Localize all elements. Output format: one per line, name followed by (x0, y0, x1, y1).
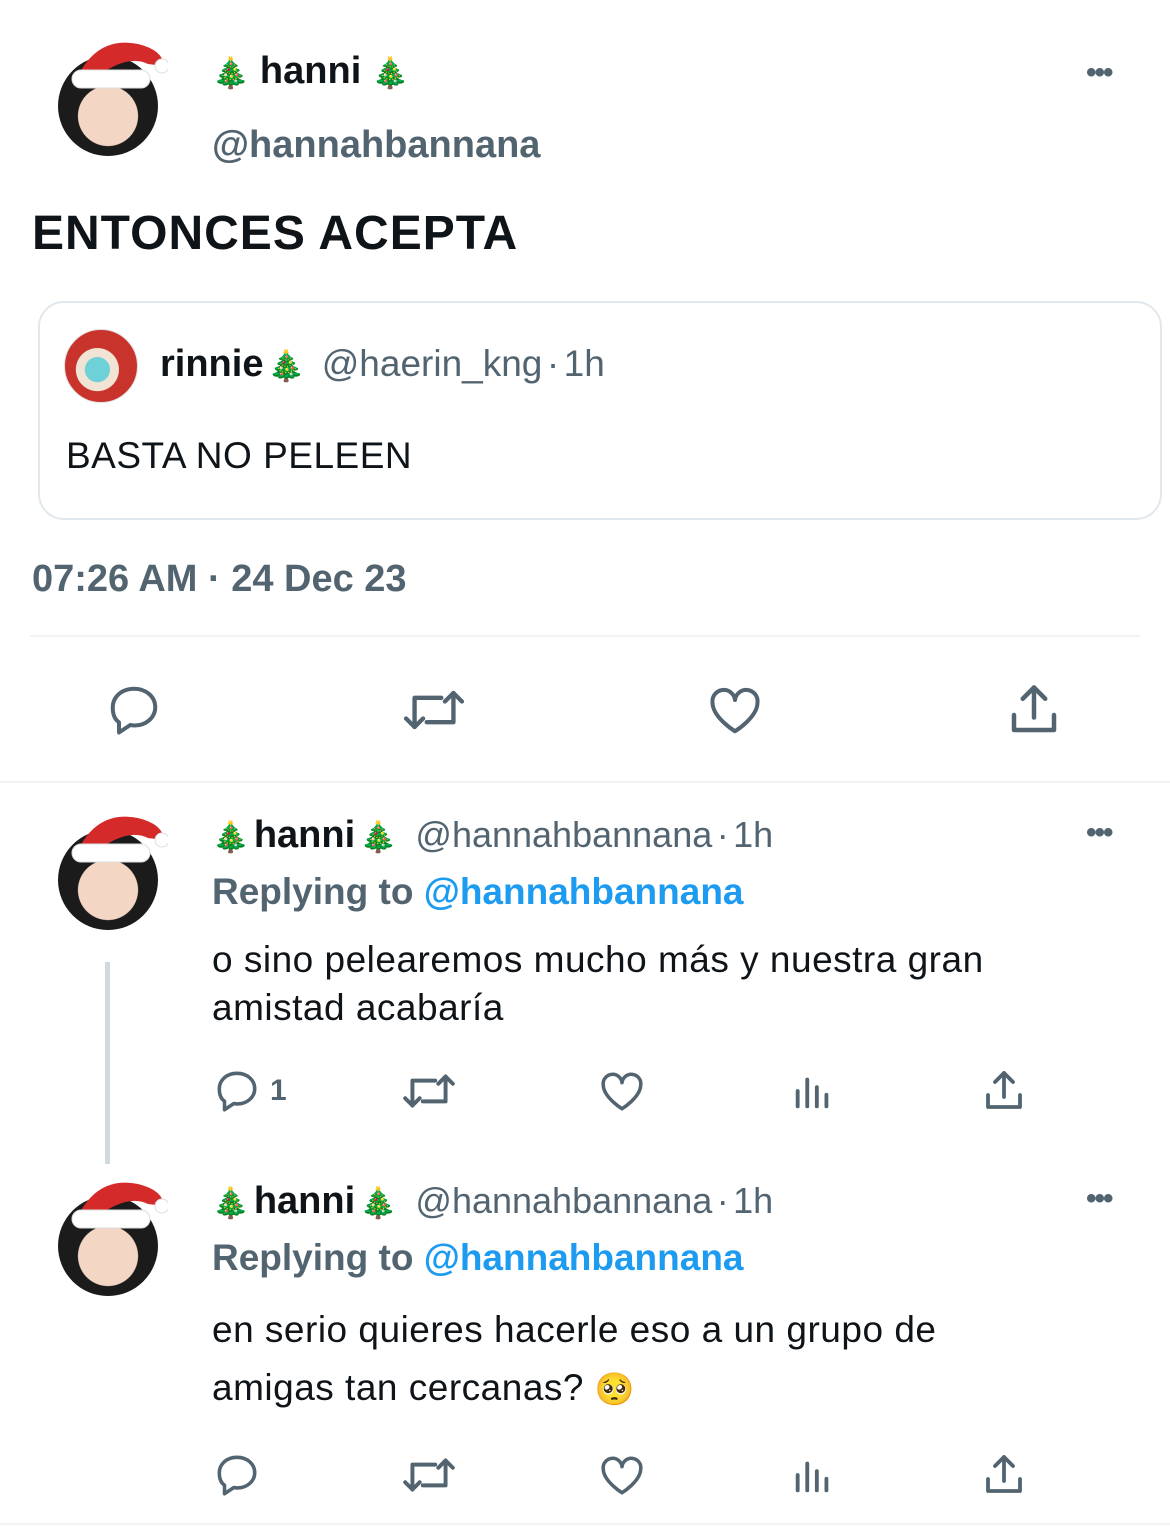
retweet-icon (403, 1458, 455, 1492)
views-button[interactable] (790, 1450, 836, 1500)
reply-author-name[interactable]: hanni (254, 814, 355, 856)
reply-icon (110, 686, 158, 735)
reply-button[interactable] (104, 680, 164, 740)
reply-author-handle[interactable]: @hannahbannana (415, 814, 712, 855)
reply-text-line: o sino pelearemos mucho más y nuestra gr… (212, 939, 984, 980)
separator-dot: · (546, 343, 560, 384)
quoted-author-name: rinnie (160, 343, 264, 385)
like-button[interactable] (704, 680, 766, 740)
reply-button[interactable]: 1 (212, 1066, 287, 1116)
reply-icon (217, 1455, 257, 1496)
christmas-tree-icon: 🎄 (212, 821, 250, 854)
like-icon (710, 687, 760, 734)
replying-to-label: Replying to (212, 1237, 414, 1278)
retweet-button[interactable] (400, 1450, 458, 1500)
santa-hat-icon (71, 816, 168, 863)
separator-dot: · (716, 814, 729, 855)
share-icon (986, 1455, 1022, 1493)
quoted-avatar (64, 329, 138, 403)
share-button[interactable] (980, 1066, 1028, 1116)
reply-2-header: 🎄 hanni 🎄 @hannahbannana · 1h (212, 1180, 773, 1223)
christmas-tree-icon: 🎄 (212, 1187, 250, 1220)
reply-text-line: en serio quieres hacerle eso a un grupo … (212, 1309, 937, 1350)
reply-text-line-2: amigas tan cercanas? 🥺 (212, 1359, 1112, 1418)
pleading-face-icon: 🥺 (594, 1371, 636, 1407)
retweet-button[interactable] (400, 680, 468, 740)
like-icon (601, 1456, 643, 1495)
reply-time: 1h (733, 814, 774, 855)
christmas-tree-icon: 🎄 (371, 57, 410, 90)
divider (30, 635, 1140, 637)
divider (0, 1523, 1170, 1525)
thread-line (105, 962, 110, 1164)
more-options-icon[interactable]: ••• (1086, 1182, 1113, 1216)
reply-text: en serio quieres hacerle eso a un grupo … (212, 1301, 1112, 1418)
reply-icon (217, 1071, 257, 1112)
replying-to-mention[interactable]: @hannahbannana (424, 1237, 744, 1278)
replying-to-label: Replying to (212, 871, 414, 912)
like-button[interactable] (596, 1066, 648, 1116)
separator-dot: · (716, 1180, 729, 1221)
christmas-tree-icon: 🎄 (267, 350, 306, 383)
retweet-button[interactable] (400, 1066, 458, 1116)
christmas-tree-icon: 🎄 (359, 821, 397, 854)
reply-1-header: 🎄 hanni 🎄 @hannahbannana · 1h (212, 814, 773, 857)
main-author-handle[interactable]: @hannahbannana (212, 124, 540, 167)
christmas-tree-icon: 🎄 (359, 1187, 397, 1220)
quoted-text: BASTA NO PELEEN (66, 435, 413, 476)
christmas-tree-icon: 🎄 (212, 57, 250, 90)
reply-count: 1 (270, 1074, 287, 1107)
avatar-reply-2[interactable] (58, 1182, 170, 1296)
retweet-icon (403, 1074, 455, 1108)
share-button[interactable] (980, 1450, 1028, 1500)
retweet-icon (403, 690, 465, 730)
quoted-tweet[interactable]: rinnie 🎄 @haerin_kng · 1h BASTA NO PELEE… (38, 301, 1162, 520)
analytics-icon (795, 1077, 829, 1109)
main-author-name[interactable]: 🎄 hanni 🎄 (212, 50, 409, 93)
quoted-author-handle: @haerin_kng (321, 343, 543, 384)
reply-text-line-content: amigas tan cercanas? (212, 1367, 584, 1408)
reply-text: o sino pelearemos mucho más y nuestra gr… (212, 936, 1112, 1032)
reply-text-line: amistad acabaría (212, 987, 504, 1028)
reply-author-name[interactable]: hanni (254, 1180, 355, 1222)
share-button[interactable] (1004, 680, 1064, 740)
replying-to-mention[interactable]: @hannahbannana (424, 871, 744, 912)
divider (0, 781, 1170, 783)
more-options-icon[interactable]: ••• (1086, 56, 1113, 90)
quoted-time: 1h (563, 343, 605, 384)
like-icon (601, 1072, 643, 1111)
more-options-icon[interactable]: ••• (1086, 816, 1113, 850)
analytics-icon (795, 1461, 829, 1493)
tweet-timestamp[interactable]: 07:26 AM · 24 Dec 23 (32, 558, 407, 601)
avatar-main[interactable] (58, 42, 170, 156)
santa-hat-icon (71, 42, 168, 89)
share-icon (1011, 685, 1057, 733)
quoted-header: rinnie 🎄 @haerin_kng · 1h (160, 343, 605, 386)
replying-to: Replying to @hannahbannana (212, 1237, 744, 1279)
share-icon (986, 1071, 1022, 1109)
santa-hat-icon (71, 1182, 168, 1229)
reply-button[interactable] (212, 1450, 262, 1500)
views-button[interactable] (790, 1066, 836, 1116)
replying-to: Replying to @hannahbannana (212, 871, 744, 913)
avatar-reply-1[interactable] (58, 816, 170, 930)
tweet-text: ENTONCES ACEPTA (32, 207, 519, 260)
main-author-name-text: hanni (259, 50, 362, 92)
like-button[interactable] (596, 1450, 648, 1500)
reply-author-handle[interactable]: @hannahbannana (415, 1180, 712, 1221)
reply-time: 1h (733, 1180, 774, 1221)
